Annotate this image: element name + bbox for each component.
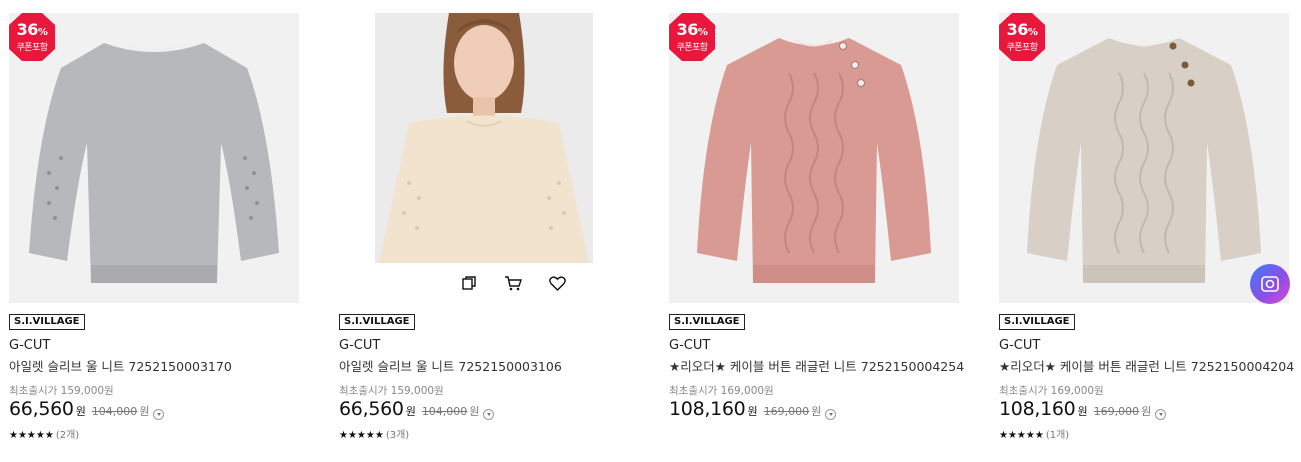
sale-price: 66,560: [339, 398, 404, 420]
product-image[interactable]: 36% 쿠폰포함: [669, 13, 959, 303]
original-price: 최초출시가 159,000원: [9, 385, 114, 397]
price-row: 108,160 원 169,000 원: [669, 398, 837, 420]
price-info-icon[interactable]: [1155, 409, 1167, 420]
rating: ★★★★★ (2개): [9, 426, 79, 441]
copy-icon[interactable]: [458, 272, 480, 294]
product-title[interactable]: 아일렛 슬리브 울 니트 7252150003106: [339, 356, 562, 375]
discount-percent: 36: [1006, 20, 1029, 39]
original-price: 최초출시가 169,000원: [669, 385, 774, 397]
coupon-label: 쿠폰포함: [16, 43, 48, 53]
product-image[interactable]: 36% 쿠폰포함: [9, 13, 299, 303]
product-brand[interactable]: G-CUT: [9, 338, 50, 353]
discount-percent: 36: [676, 20, 699, 39]
review-count: (1개): [1045, 430, 1070, 441]
sale-price: 66,560: [9, 398, 74, 420]
product-card[interactable]: 36% 쿠폰포함 S.I.VILLAGE G-CUT ★리오더★ 케이블 버튼 …: [999, 13, 1294, 453]
product-image[interactable]: [339, 13, 629, 303]
coupon-label: 쿠폰포함: [1006, 43, 1038, 53]
product-title[interactable]: ★리오더★ 케이블 버튼 래글런 니트 7252150004254: [669, 356, 964, 375]
star-rating: ★★★★★: [999, 430, 1044, 441]
product-brand[interactable]: G-CUT: [999, 338, 1040, 353]
price-row: 66,560 원 104,000 원: [339, 398, 495, 420]
price-info-icon[interactable]: [153, 409, 165, 420]
product-card[interactable]: 36% 쿠폰포함 S.I.VILLAGE G-CUT ★리오더★ 케이블 버튼 …: [669, 13, 964, 453]
product-title[interactable]: ★리오더★ 케이블 버튼 래글런 니트 7252150004204: [999, 356, 1294, 375]
camera-search-icon[interactable]: [1250, 264, 1290, 304]
price-info-icon[interactable]: [825, 409, 837, 420]
product-grid: 36% 쿠폰포함 S.I.VILLAGE G-CUT 아일렛 슬리브 울 니트 …: [0, 0, 1301, 462]
review-count: (3개): [385, 430, 410, 441]
list-price: 169,000: [763, 405, 810, 418]
discount-percent: 36: [16, 20, 39, 39]
price-row: 66,560 원 104,000 원: [9, 398, 165, 420]
product-card[interactable]: S.I.VILLAGE G-CUT 아일렛 슬리브 울 니트 725215000…: [339, 13, 629, 453]
product-card[interactable]: 36% 쿠폰포함 S.I.VILLAGE G-CUT 아일렛 슬리브 울 니트 …: [9, 13, 299, 453]
review-count: (2개): [55, 430, 80, 441]
price-row: 108,160 원 169,000 원: [999, 398, 1167, 420]
original-price: 최초출시가 169,000원: [999, 385, 1104, 397]
cart-icon[interactable]: [502, 272, 524, 294]
price-info-icon[interactable]: [483, 409, 495, 420]
brand-tag[interactable]: S.I.VILLAGE: [999, 314, 1075, 330]
brand-tag[interactable]: S.I.VILLAGE: [669, 314, 745, 330]
discount-badge: 36% 쿠폰포함: [9, 13, 55, 61]
brand-tag[interactable]: S.I.VILLAGE: [9, 314, 85, 330]
list-price: 169,000: [1093, 405, 1140, 418]
model-image: [339, 13, 629, 303]
quick-actions-bar: [397, 263, 629, 303]
list-price: 104,000: [421, 405, 468, 418]
sale-price: 108,160: [999, 398, 1076, 420]
star-rating: ★★★★★: [9, 430, 54, 441]
rating: ★★★★★ (3개): [339, 426, 409, 441]
product-image[interactable]: 36% 쿠폰포함: [999, 13, 1289, 303]
discount-badge: 36% 쿠폰포함: [669, 13, 715, 61]
sale-price: 108,160: [669, 398, 746, 420]
heart-icon[interactable]: [546, 272, 568, 294]
original-price: 최초출시가 159,000원: [339, 385, 444, 397]
star-rating: ★★★★★: [339, 430, 384, 441]
product-title[interactable]: 아일렛 슬리브 울 니트 7252150003170: [9, 356, 232, 375]
rating: ★★★★★ (1개): [999, 426, 1069, 441]
list-price: 104,000: [91, 405, 138, 418]
coupon-label: 쿠폰포함: [676, 43, 708, 53]
discount-badge: 36% 쿠폰포함: [999, 13, 1045, 61]
product-brand[interactable]: G-CUT: [669, 338, 710, 353]
product-brand[interactable]: G-CUT: [339, 338, 380, 353]
brand-tag[interactable]: S.I.VILLAGE: [339, 314, 415, 330]
